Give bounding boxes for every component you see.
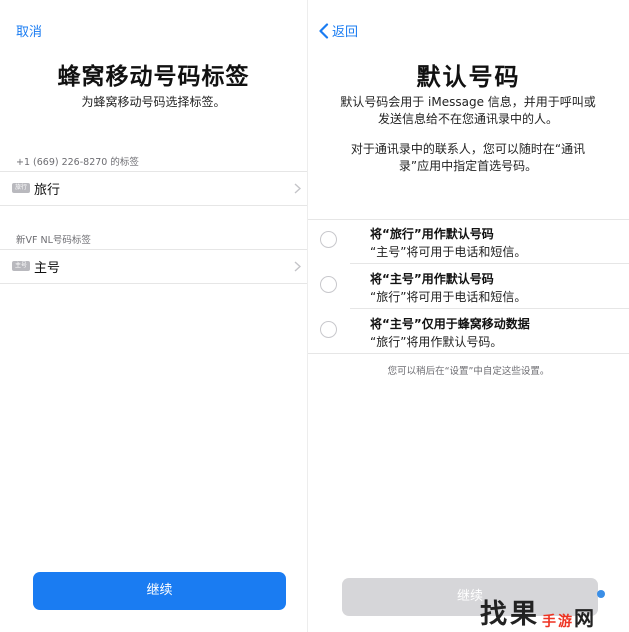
cancel-button[interactable]: 取消: [16, 21, 42, 40]
option-title: 将“主号”仅用于蜂窝移动数据: [370, 317, 530, 331]
continue-button[interactable]: 继续: [33, 572, 286, 610]
option-subtitle: “旅行”将可用于电话和短信。: [370, 290, 527, 304]
back-button[interactable]: 返回: [318, 21, 358, 40]
description-line: 默认号码会用于 iMessage 信息，并用于呼叫或: [340, 95, 596, 109]
page-title: 默认号码: [416, 63, 521, 91]
option-primary-default[interactable]: 将“主号”用作默认号码 “旅行”将可用于电话和短信。: [308, 264, 629, 308]
line-badge-icon: 旅行: [12, 183, 30, 193]
page-subtitle: 为蜂窝移动号码选择标签。: [81, 95, 226, 109]
chevron-left-icon: [319, 22, 329, 39]
chevron-right-icon: [294, 261, 301, 272]
section-header-primary-line: +1 (669) 226-8270 的标签: [16, 157, 139, 168]
back-label: 返回: [332, 25, 359, 40]
app-root: 取消 蜂窝移动号码标签 为蜂窝移动号码选择标签。 +1 (669) 226-82…: [0, 0, 629, 632]
section-header-secondary-line: 新VF NL号码标签: [16, 235, 91, 246]
option-primary-data-only[interactable]: 将“主号”仅用于蜂窝移动数据 “旅行”将用作默认号码。: [308, 309, 629, 353]
label-row-text: 主号: [34, 260, 61, 276]
radio-button[interactable]: [320, 231, 337, 248]
chevron-right-icon: [294, 183, 301, 194]
option-subtitle: “旅行”将用作默认号码。: [370, 335, 503, 349]
page-title: 蜂窝移动号码标签: [57, 64, 250, 90]
default-number-screen: 返回 默认号码 默认号码会用于 iMessage 信息，并用于呼叫或 发送信息给…: [308, 0, 629, 632]
label-row-primary[interactable]: 主号 主号: [0, 249, 307, 283]
cancel-label: 取消: [16, 25, 43, 40]
option-title: 将“主号”用作默认号码: [370, 272, 494, 286]
separator: [308, 353, 629, 354]
option-title: 将“旅行”用作默认号码: [370, 227, 494, 241]
cellular-label-screen: 取消 蜂窝移动号码标签 为蜂窝移动号码选择标签。 +1 (669) 226-82…: [0, 0, 307, 632]
radio-button[interactable]: [320, 276, 337, 293]
radio-button[interactable]: [320, 321, 337, 338]
separator: [0, 283, 307, 284]
description-line: 发送信息给不在您通讯录中的人。: [377, 112, 558, 126]
description-line: 对于通讯录中的联系人，您可以随时在“通讯: [350, 142, 586, 156]
label-row-text: 旅行: [34, 182, 61, 198]
option-subtitle: “主号”将可用于电话和短信。: [370, 245, 527, 259]
description-line: 录”应用中指定首选号码。: [398, 159, 538, 173]
separator: [0, 205, 307, 206]
label-row-travel[interactable]: 旅行 旅行: [0, 171, 307, 205]
footnote: 您可以稍后在“设置”中自定这些设置。: [387, 366, 550, 377]
line-badge-icon: 主号: [12, 261, 30, 271]
option-travel-default[interactable]: 将“旅行”用作默认号码 “主号”将可用于电话和短信。: [308, 219, 629, 263]
continue-button-disabled[interactable]: 继续: [342, 578, 598, 616]
